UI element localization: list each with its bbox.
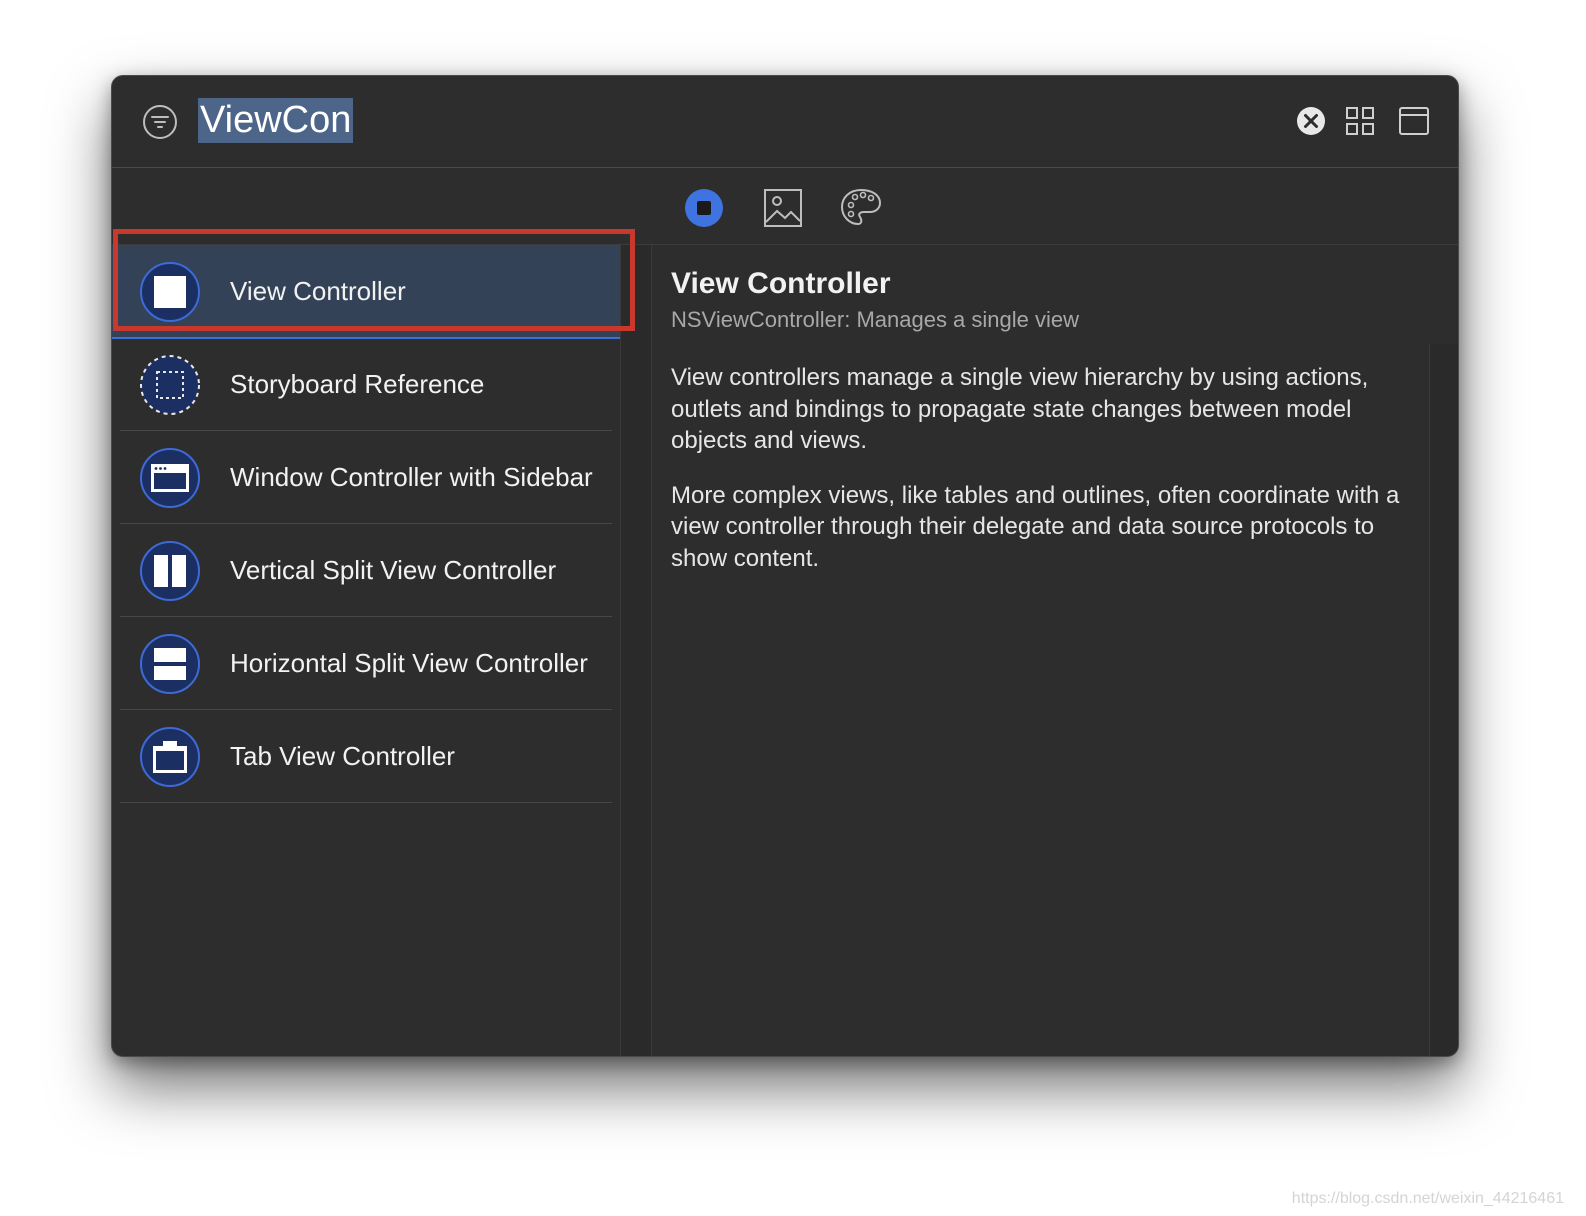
detail-paragraph: View controllers manage a single view hi…	[671, 364, 1369, 455]
grid-view-icon[interactable]	[1343, 104, 1377, 138]
divider	[120, 802, 612, 803]
list-item-window-controller[interactable]: Window Controller with Sidebar	[112, 431, 620, 524]
object-library-icon[interactable]	[682, 186, 726, 230]
list-item-label: Horizontal Split View Controller	[230, 648, 588, 678]
list-item-label: Window Controller with Sidebar	[230, 462, 593, 492]
search-input[interactable]: ViewCon	[198, 98, 354, 143]
window-controller-icon	[140, 448, 200, 508]
library-header: ViewCon	[112, 76, 1458, 168]
library-window: ViewCon View Controller Storyboard Refer…	[111, 75, 1459, 1057]
filter-icon[interactable]	[142, 104, 178, 140]
vertical-split-icon	[140, 541, 200, 601]
clear-search-icon[interactable]	[1294, 104, 1328, 138]
list-scrollbar[interactable]	[620, 245, 652, 1056]
detail-description: View controllers manage a single view hi…	[671, 362, 1411, 598]
library-tab-bar	[112, 168, 1458, 245]
tab-view-icon	[140, 727, 200, 787]
storyboard-reference-icon	[140, 355, 200, 415]
list-item-label: Tab View Controller	[230, 741, 455, 771]
list-item-label: Storyboard Reference	[230, 369, 485, 399]
list-item-horizontal-split[interactable]: Horizontal Split View Controller	[112, 617, 620, 710]
detail-title: View Controller	[671, 267, 891, 300]
horizontal-split-icon	[140, 634, 200, 694]
view-controller-icon	[140, 262, 200, 322]
detail-paragraph: More complex views, like tables and outl…	[671, 481, 1400, 572]
list-item-storyboard-reference[interactable]: Storyboard Reference	[112, 338, 620, 431]
list-item-label: Vertical Split View Controller	[230, 555, 557, 585]
detail-pane: View Controller NSViewController: Manage…	[651, 245, 1458, 1056]
results-list: View Controller Storyboard Reference Win…	[112, 245, 620, 1056]
media-library-icon[interactable]	[761, 186, 805, 230]
color-library-icon[interactable]	[839, 186, 883, 230]
list-item-tab-view[interactable]: Tab View Controller	[112, 710, 620, 803]
watermark: https://blog.csdn.net/weixin_44216461	[1291, 1190, 1564, 1207]
list-item-label: View Controller	[230, 276, 406, 306]
detail-scrollbar[interactable]	[1429, 344, 1458, 1056]
list-item-view-controller[interactable]: View Controller	[112, 245, 620, 339]
detail-subtitle: NSViewController: Manages a single view	[671, 307, 1080, 332]
list-item-vertical-split[interactable]: Vertical Split View Controller	[112, 524, 620, 617]
detail-view-icon[interactable]	[1397, 104, 1431, 138]
